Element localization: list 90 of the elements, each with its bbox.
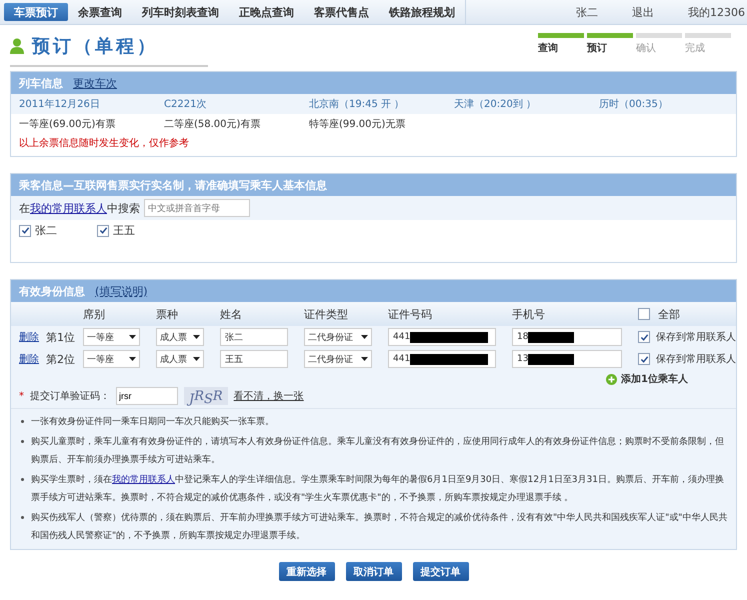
note-text: 购买儿童票时，乘车儿童有有效身份证件的，请填写本人有效身份证件信息。乘车儿童没有有效身份证件的，应使用同行成年人的有效身份证件信息；购票时不受前条限制，但购票后、开车前须办理换票手续方可进站乘车。 [31, 436, 725, 467]
phone-field[interactable]: 18 [512, 328, 622, 346]
seat-select[interactable]: 一等座 [83, 350, 140, 368]
note-text: 一张有效身份证件同一乘车日期同一车次只能购买一张车票。 [31, 416, 274, 429]
passenger-position: 第1位 [46, 330, 76, 344]
required-mark: * [19, 390, 24, 402]
train-detail: 历时（00:35） [599, 98, 669, 111]
search-field[interactable]: 中文或拼音首字母 [144, 199, 250, 217]
seat-availability: 一等座(69.00元)有票 [19, 118, 116, 131]
help-link[interactable]: (填写说明) [95, 284, 148, 298]
change-train-link[interactable]: 更改车次 [73, 76, 117, 90]
nav-tab[interactable]: 车票预订 [4, 3, 68, 21]
panel-title: 有效身份信息 [19, 284, 85, 298]
seat-availability: 二等座(58.00元)有票 [164, 118, 262, 131]
bullet-icon [21, 516, 24, 519]
nav-tab[interactable]: 铁路旅程规划 [379, 3, 465, 21]
account-link[interactable]: 我的12306 [688, 4, 745, 20]
caret-icon [129, 357, 136, 361]
user-name: 张二 [576, 4, 598, 20]
contacts-link[interactable]: 我的常用联系人 [112, 475, 175, 485]
nav-tab[interactable]: 余票查询 [68, 3, 132, 21]
name-field[interactable]: 王五 [220, 350, 288, 368]
id-type-select[interactable]: 二代身份证 [304, 328, 372, 346]
select-all-label: 全部 [658, 306, 680, 322]
note-text: 购买学生票时，须在我的常用联系人中登记乘车人的学生详细信息。学生票乘车时间限为每年的暑假6月1日至9月30日、寒假12月1日至3月31日。购票后、开车前，须办理换票手续方可进站乘车。换票时，不符合规定的减价优惠条件，或没有"学生火车票优惠卡"的，不予换票，所购车票按规定办理退票手续 。 [31, 474, 725, 505]
user-icon [10, 38, 24, 54]
column-header: 手机号 [512, 306, 546, 322]
notice-text: 以上余票信息随时发生变化，仅作参考 [18, 136, 190, 151]
column-header: 证件号码 [388, 306, 433, 322]
step-label: 预订 [587, 42, 608, 55]
name-field[interactable]: 张二 [220, 328, 288, 346]
page-title: 预订（单程） [32, 35, 158, 58]
train-detail: 天津（20:20到 ） [454, 98, 537, 111]
column-header: 票种 [156, 306, 179, 322]
caret-icon [129, 335, 136, 339]
checkbox[interactable] [638, 331, 650, 343]
ticket-type-select[interactable]: 成人票 [156, 350, 204, 368]
delete-link[interactable]: 删除 [19, 352, 46, 366]
refresh-captcha-link[interactable]: 看不清，换一张 [234, 389, 304, 403]
save-contact-label: 保存到常用联系人 [656, 330, 736, 344]
captcha-label: 提交订单验证码： [30, 390, 110, 403]
contacts-link[interactable]: 我的常用联系人 [30, 200, 107, 216]
column-header: 证件类型 [304, 306, 349, 322]
seat-select[interactable]: 一等座 [83, 328, 140, 346]
bullet-icon [21, 440, 24, 443]
column-header: 姓名 [220, 306, 243, 322]
nav-tab[interactable]: 正晚点查询 [229, 3, 304, 21]
logout-link[interactable]: 退出 [632, 4, 654, 20]
step-label: 确认 [636, 42, 657, 55]
checkbox[interactable] [638, 353, 650, 365]
nav-tab[interactable]: 客票代售点 [304, 3, 379, 21]
step-label: 查询 [538, 42, 559, 55]
caret-icon [193, 335, 200, 339]
checkbox[interactable] [638, 308, 650, 320]
seat-availability: 特等座(99.00元)无票 [309, 118, 406, 131]
bullet-icon [21, 420, 24, 423]
caret-icon [361, 335, 368, 339]
search-label: 在 [19, 200, 30, 216]
step-label: 完成 [685, 42, 706, 55]
column-header: 席别 [83, 306, 106, 322]
note-text: 购买伤残军人（警察）优待票的，须在购票后、开车前办理换票手续方可进站乘车。换票时，不符合规定的减价优待条件，没有有效"中华人民共和国残疾军人证"或"中华人民共和国伤残人民警察证"的，不予换票，所购车票按规定办理退票手续。 [31, 512, 728, 543]
ticket-type-select[interactable]: 成人票 [156, 328, 204, 346]
action-button[interactable]: 提交订单 [412, 562, 468, 581]
plus-icon [606, 374, 618, 384]
contact-name: 张二 [35, 223, 57, 238]
contact-name: 王五 [113, 223, 135, 238]
caret-icon [193, 357, 200, 361]
id-number-field[interactable]: 441 [388, 328, 496, 346]
id-number-field[interactable]: 441 [388, 350, 496, 368]
id-type-select[interactable]: 二代身份证 [304, 350, 372, 368]
checkbox[interactable] [97, 224, 109, 236]
nav-tab[interactable]: 列车时刻表查询 [132, 3, 229, 21]
action-button[interactable]: 重新选择 [278, 562, 334, 581]
phone-field[interactable]: 13 [512, 350, 622, 368]
train-detail: 2011年12月26日 [19, 98, 101, 111]
checkbox[interactable] [19, 224, 31, 236]
passenger-position: 第2位 [46, 352, 76, 366]
search-label: 中搜索 [107, 200, 140, 216]
add-passenger-button[interactable]: 添加1位乘车人 [606, 372, 688, 386]
captcha-image: JRSR [184, 387, 228, 405]
caret-icon [361, 357, 368, 361]
bullet-icon [21, 478, 24, 481]
save-contact-label: 保存到常用联系人 [656, 352, 736, 366]
panel-title: 列车信息 [19, 76, 63, 90]
train-detail: 北京南（19:45 开 ） [309, 98, 406, 111]
action-button[interactable]: 取消订单 [346, 562, 402, 581]
captcha-field[interactable]: jrsr [116, 387, 178, 405]
train-detail: C2221次 [164, 98, 208, 111]
panel-title: 乘客信息—互联网售票实行实名制，请准确填写乘车人基本信息 [19, 178, 327, 192]
delete-link[interactable]: 删除 [19, 330, 46, 344]
